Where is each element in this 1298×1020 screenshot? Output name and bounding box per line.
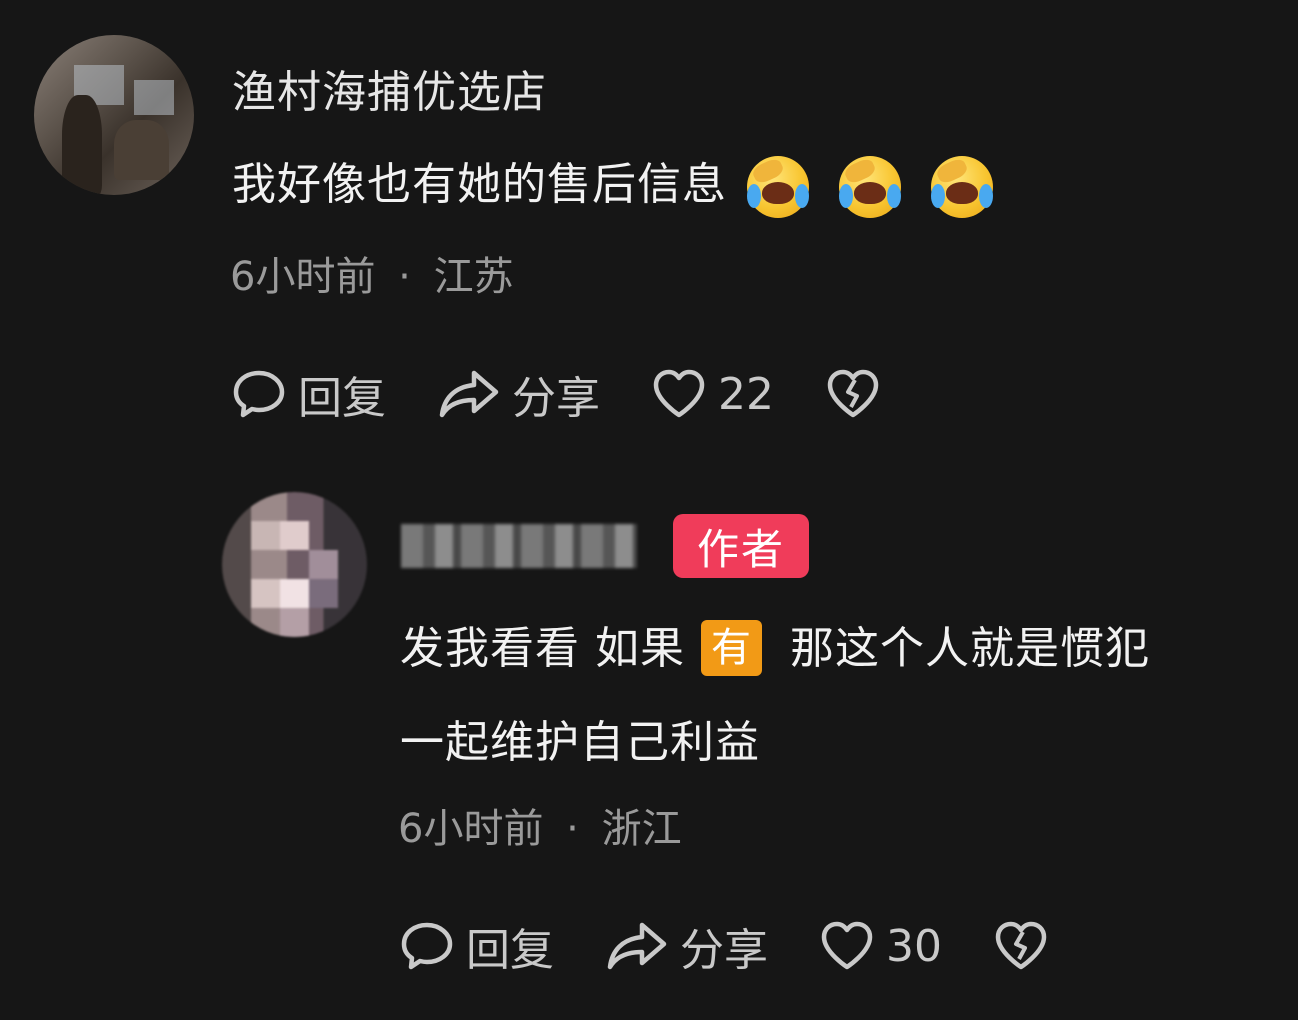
comment-text: 我好像也有她的售后信息 — [232, 148, 993, 218]
heart-icon — [653, 369, 705, 418]
dislike-button[interactable] — [826, 369, 892, 419]
avatar[interactable] — [222, 492, 367, 637]
comment-username[interactable]: 渔村海捕优选店 — [232, 56, 547, 120]
meta-separator: · — [398, 254, 411, 300]
comment-meta: 6小时前 · 江苏 — [230, 244, 514, 302]
reply-button[interactable]: 回复 — [400, 914, 554, 978]
reply-label: 回复 — [466, 925, 554, 976]
reply-bubble-icon — [401, 922, 453, 970]
reply-location: 浙江 — [601, 806, 682, 852]
like-button[interactable]: 22 — [652, 369, 774, 420]
share-button[interactable]: 分享 — [438, 362, 600, 426]
broken-heart-icon — [995, 921, 1047, 970]
reply-bubble-icon — [233, 370, 285, 418]
share-label: 分享 — [512, 373, 600, 424]
comment-time: 6小时前 — [230, 254, 376, 300]
reply-text-line2: 一起维护自己利益 — [400, 717, 760, 768]
reply-text: 发我看看 如果有那这个人就是惯犯 — [400, 620, 1150, 678]
author-badge: 作者 — [673, 514, 809, 578]
crying-laughing-emoji-icon — [747, 156, 809, 218]
crying-laughing-emoji-icon — [931, 156, 993, 218]
reply-text-part1: 发我看看 如果 — [400, 623, 685, 674]
reply-text-part2: 那这个人就是惯犯 — [790, 623, 1150, 674]
avatar[interactable] — [34, 35, 194, 195]
like-count: 30 — [886, 920, 942, 972]
like-count: 22 — [718, 368, 774, 420]
heart-icon — [821, 921, 873, 970]
broken-heart-icon — [827, 369, 879, 418]
share-label: 分享 — [680, 925, 768, 976]
reply-label: 回复 — [298, 373, 386, 424]
reply-time: 6小时前 — [398, 806, 544, 852]
reply-actions: 回复 分享 30 — [400, 914, 1112, 978]
share-arrow-icon — [439, 370, 499, 418]
reply-button[interactable]: 回复 — [232, 362, 386, 426]
reply-meta: 6小时前 · 浙江 — [398, 796, 682, 854]
reply-username-blurred[interactable] — [401, 524, 637, 568]
like-button[interactable]: 30 — [820, 921, 942, 972]
crying-laughing-emoji-icon — [839, 156, 901, 218]
comment-location: 江苏 — [433, 254, 514, 300]
share-arrow-icon — [607, 922, 667, 970]
share-button[interactable]: 分享 — [606, 914, 768, 978]
dislike-button[interactable] — [994, 921, 1060, 971]
comment-actions: 回复 分享 22 — [232, 362, 944, 426]
meta-separator: · — [566, 806, 579, 852]
highlight-tag: 有 — [701, 620, 762, 676]
comment-text-content: 我好像也有她的售后信息 — [232, 159, 727, 210]
